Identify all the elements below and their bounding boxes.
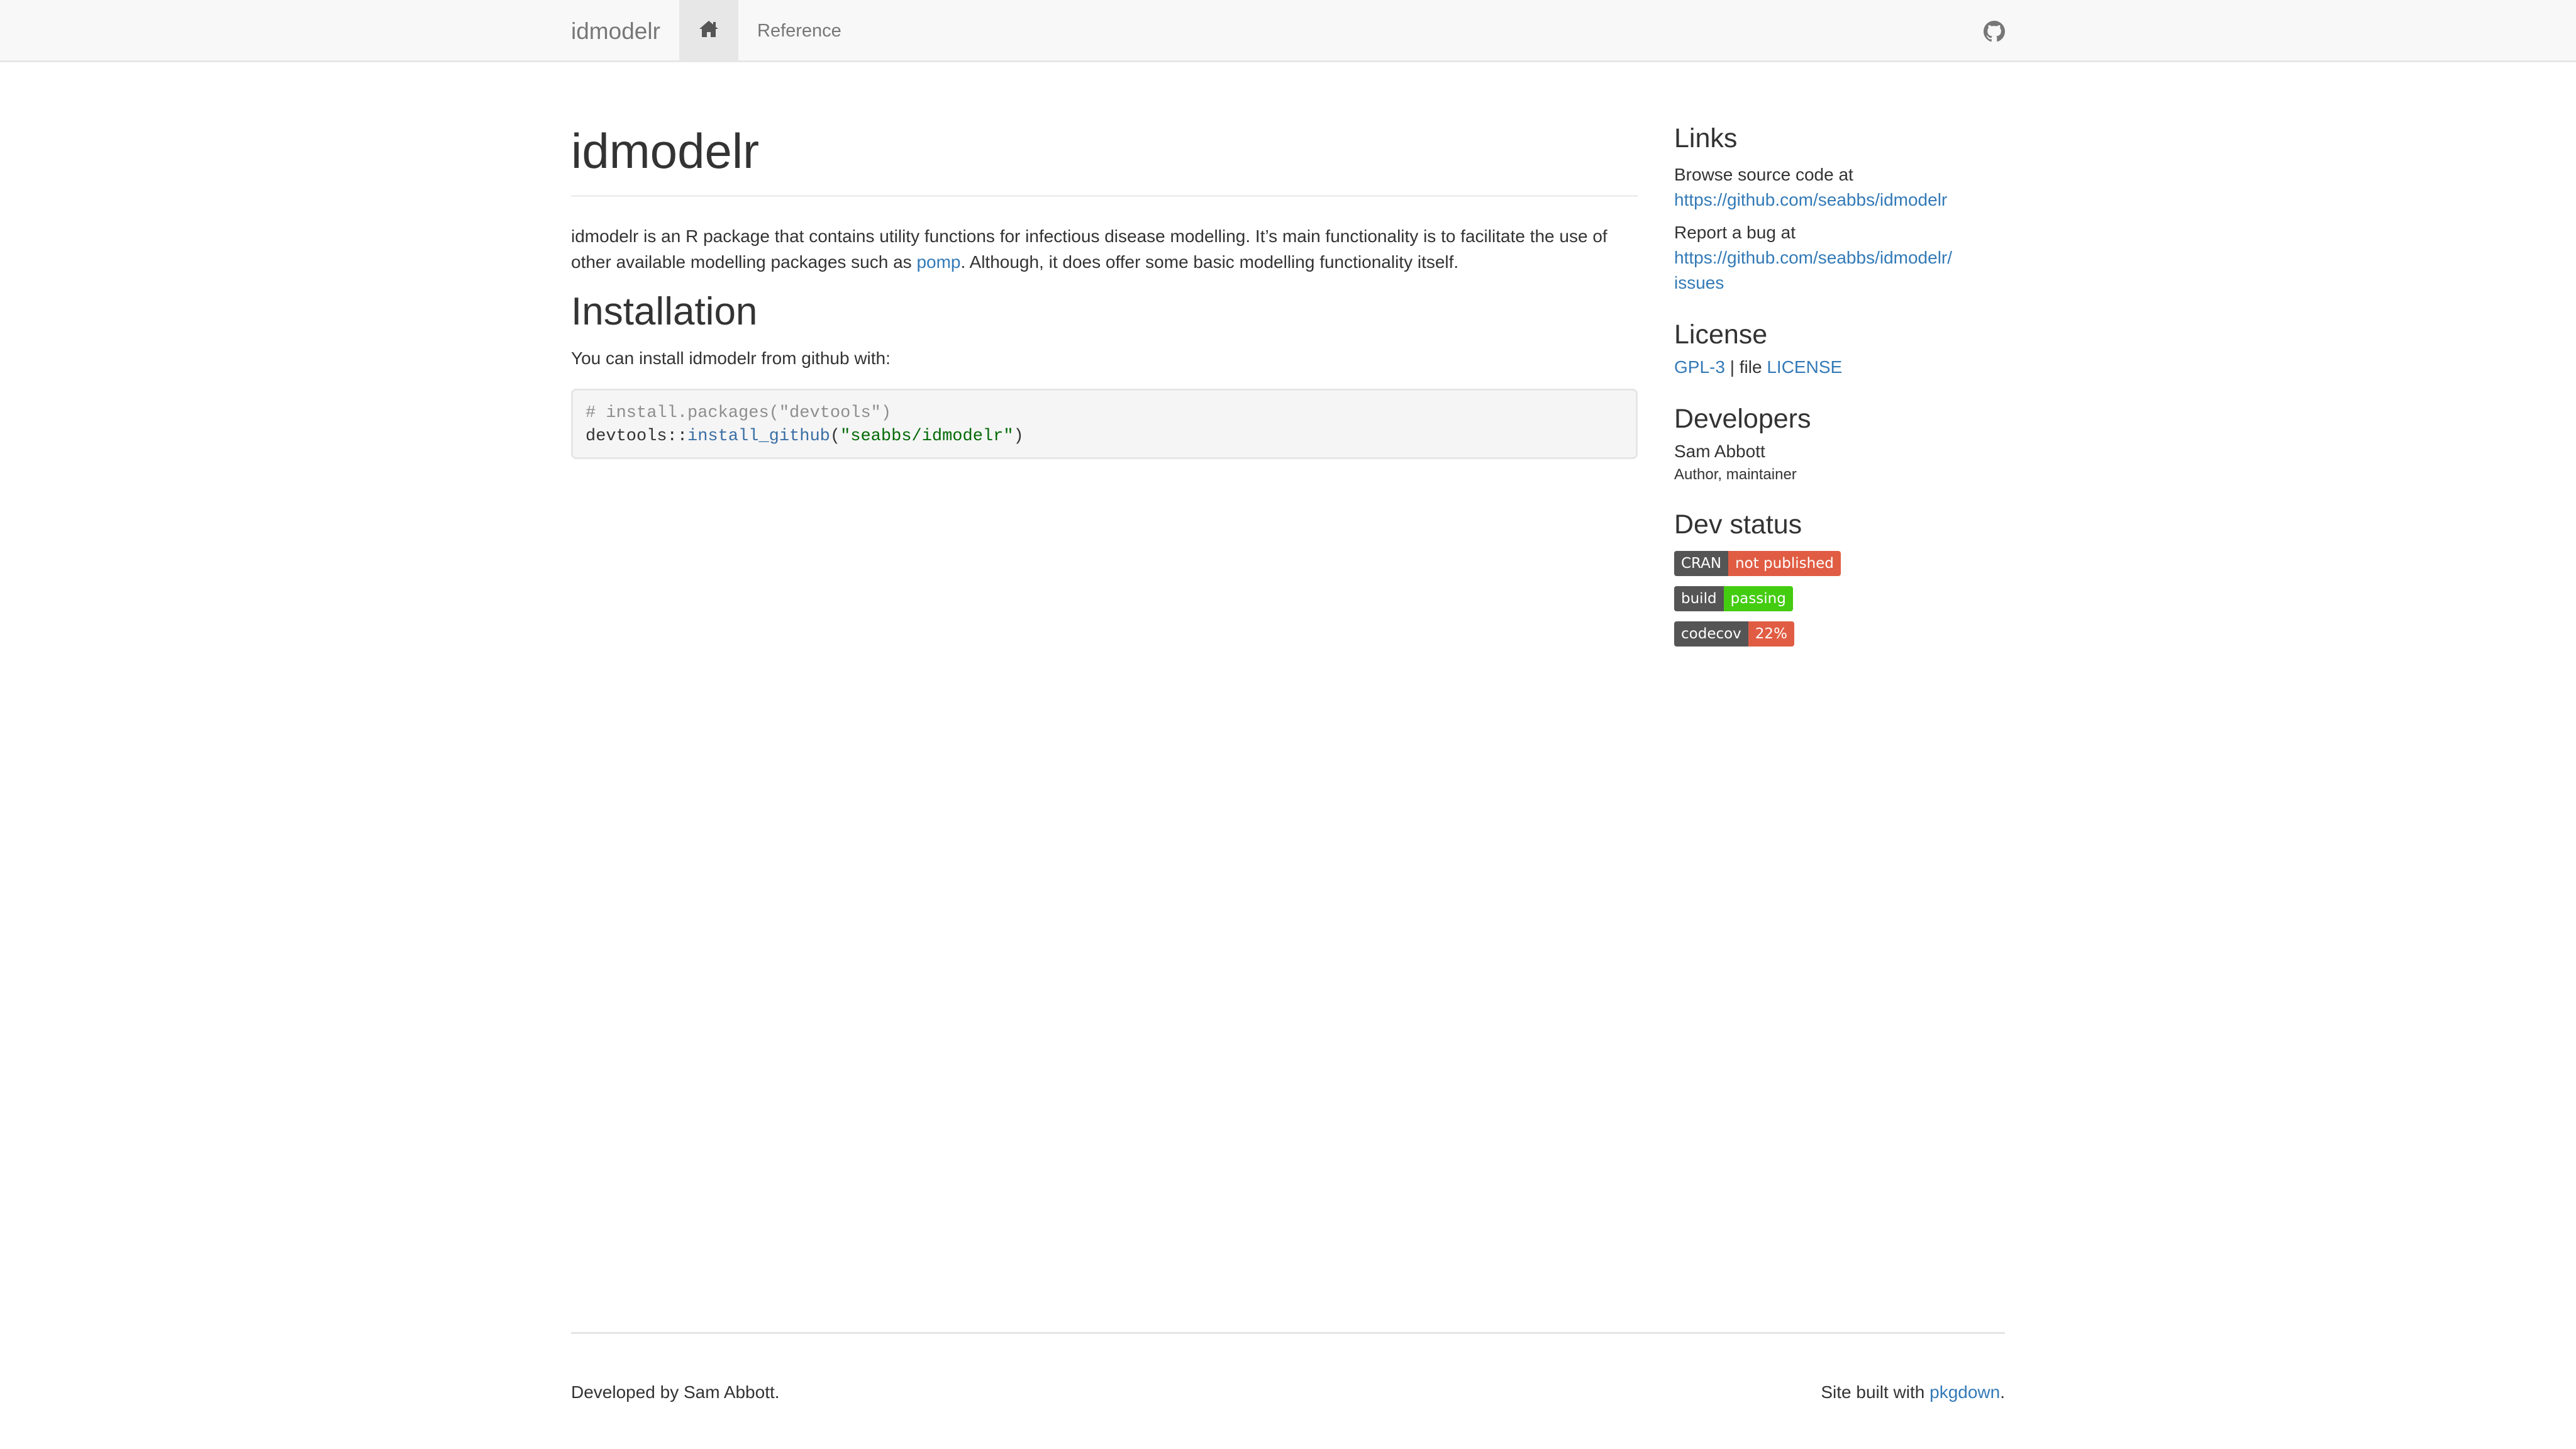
links-heading: Links <box>1674 123 1738 153</box>
footer-built-with: Site built with pkgdown. <box>1821 1380 2005 1405</box>
cran-badge-value: not published <box>1728 551 1841 576</box>
footer-built-text: Site built with <box>1821 1382 1930 1402</box>
badge-build-row: build passing <box>1674 586 2026 611</box>
code-block: # install.packages("devtools") devtools:… <box>571 389 1638 459</box>
footer-divider <box>571 1332 2005 1334</box>
installation-heading: Installation <box>571 290 758 333</box>
intro-paragraph: idmodelr is an R package that contains u… <box>571 223 1638 275</box>
developers-heading: Developers <box>1674 404 1811 434</box>
page-title: idmodelr <box>571 113 1638 197</box>
browse-source-text: Browse source code at <box>1674 165 1853 184</box>
cran-badge[interactable]: CRAN not published <box>1674 551 1841 576</box>
license-separator: | file <box>1724 357 1767 377</box>
codecov-badge-label: codecov <box>1674 621 1748 647</box>
build-badge-label: build <box>1674 586 1724 611</box>
code-close-paren: ) <box>1013 427 1024 446</box>
pomp-link[interactable]: pomp <box>916 252 960 272</box>
code-comment: # install.packages("devtools") <box>586 404 892 423</box>
issues-link[interactable]: https://github.com/seabbs/idmodelr/issue… <box>1674 248 1952 292</box>
license-link[interactable]: GPL-3 <box>1674 357 1725 377</box>
badge-codecov-row: codecov 22% <box>1674 621 2026 647</box>
code-pkg: devtools:: <box>586 427 688 446</box>
license-heading: License <box>1674 319 1768 350</box>
code-open-paren: ( <box>830 427 841 446</box>
cran-badge-label: CRAN <box>1674 551 1729 576</box>
browse-source: Browse source code at https://github.com… <box>1674 162 2026 213</box>
codecov-badge-value: 22% <box>1748 621 1794 647</box>
pkgdown-link[interactable]: pkgdown <box>1929 1382 2000 1402</box>
main-content: idmodelr idmodelr is an R package that c… <box>571 113 1638 459</box>
issues-link-line1: https://github.com/seabbs/idmodelr/ <box>1674 248 1953 267</box>
nav-home-button[interactable] <box>679 0 738 60</box>
report-bug: Report a bug at https://github.com/seabb… <box>1674 220 2026 296</box>
license-line: GPL-3 | file LICENSE <box>1674 355 2026 380</box>
source-link[interactable]: https://github.com/seabbs/idmodelr <box>1674 190 1947 209</box>
code-function[interactable]: install_github <box>687 427 830 446</box>
footer-developed-by: Developed by Sam Abbott. <box>571 1382 780 1402</box>
codecov-badge[interactable]: codecov 22% <box>1674 621 1794 647</box>
license-file-link[interactable]: LICENSE <box>1767 357 1842 377</box>
intro-text-after: . Although, it does offer some basic mod… <box>960 252 1459 272</box>
navbar: idmodelr Reference <box>0 0 2576 62</box>
nav-reference-link[interactable]: Reference <box>757 0 841 62</box>
github-icon <box>1984 21 2005 45</box>
installation-text: You can install idmodelr from github wit… <box>571 348 891 368</box>
brand-link[interactable]: idmodelr <box>571 0 660 62</box>
home-icon <box>698 19 719 42</box>
issues-link-line2: issues <box>1674 273 1724 292</box>
developer-name: Sam Abbott <box>1674 441 1765 461</box>
code-string: "seabbs/idmodelr" <box>840 427 1014 446</box>
build-badge-value: passing <box>1723 586 1793 611</box>
sidebar: Links Browse source code at https://gith… <box>1674 119 2026 647</box>
developer-role: Author, maintainer <box>1674 466 1797 483</box>
footer-built-end: . <box>2000 1382 2005 1402</box>
report-bug-text: Report a bug at <box>1674 223 1796 242</box>
badge-cran-row: CRAN not published <box>1674 551 2026 576</box>
github-link[interactable] <box>1984 21 2005 42</box>
build-badge[interactable]: build passing <box>1674 586 1793 611</box>
dev-status-heading: Dev status <box>1674 509 1802 540</box>
